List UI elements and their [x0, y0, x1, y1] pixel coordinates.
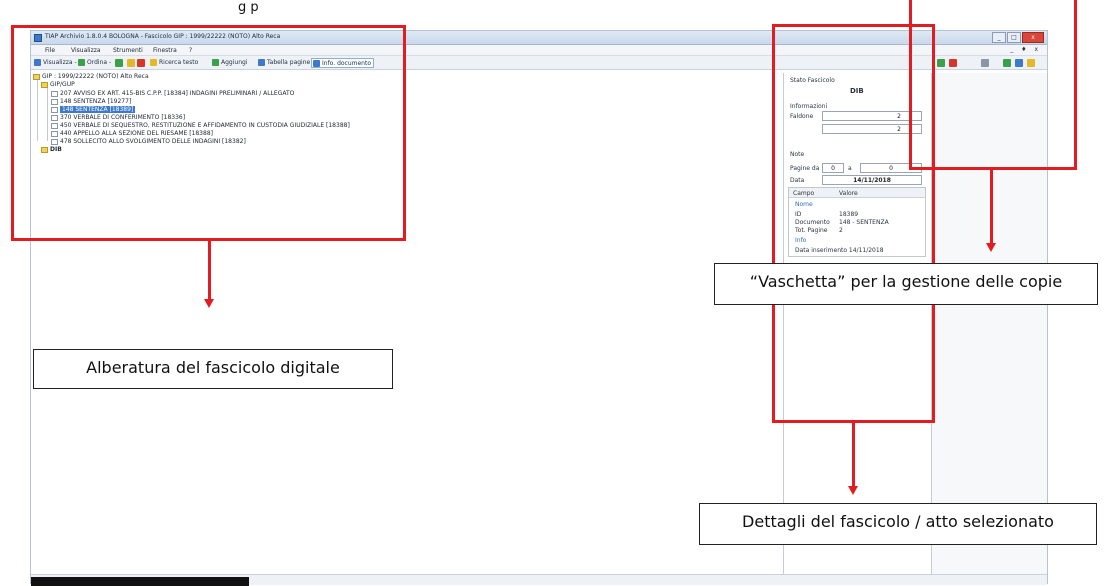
page-caption: g p — [238, 0, 259, 15]
details-arrowhead — [848, 486, 858, 495]
copies-callout: “Vaschetta” per la gestione delle copie — [714, 263, 1098, 305]
copies-arrowhead — [986, 243, 996, 252]
copies-arrow-line — [990, 170, 993, 244]
status-progress-block — [31, 577, 249, 586]
tree-callout: Alberatura del fascicolo digitale — [33, 349, 393, 389]
details-callout: Dettagli del fascicolo / atto selezionat… — [699, 503, 1097, 545]
tree-highlight-box — [11, 25, 406, 241]
details-arrow-line — [852, 423, 855, 487]
tree-arrowhead — [204, 299, 214, 308]
tree-arrow-line — [208, 241, 211, 300]
copies-highlight-box — [909, 0, 1077, 170]
status-bar — [31, 574, 1047, 586]
